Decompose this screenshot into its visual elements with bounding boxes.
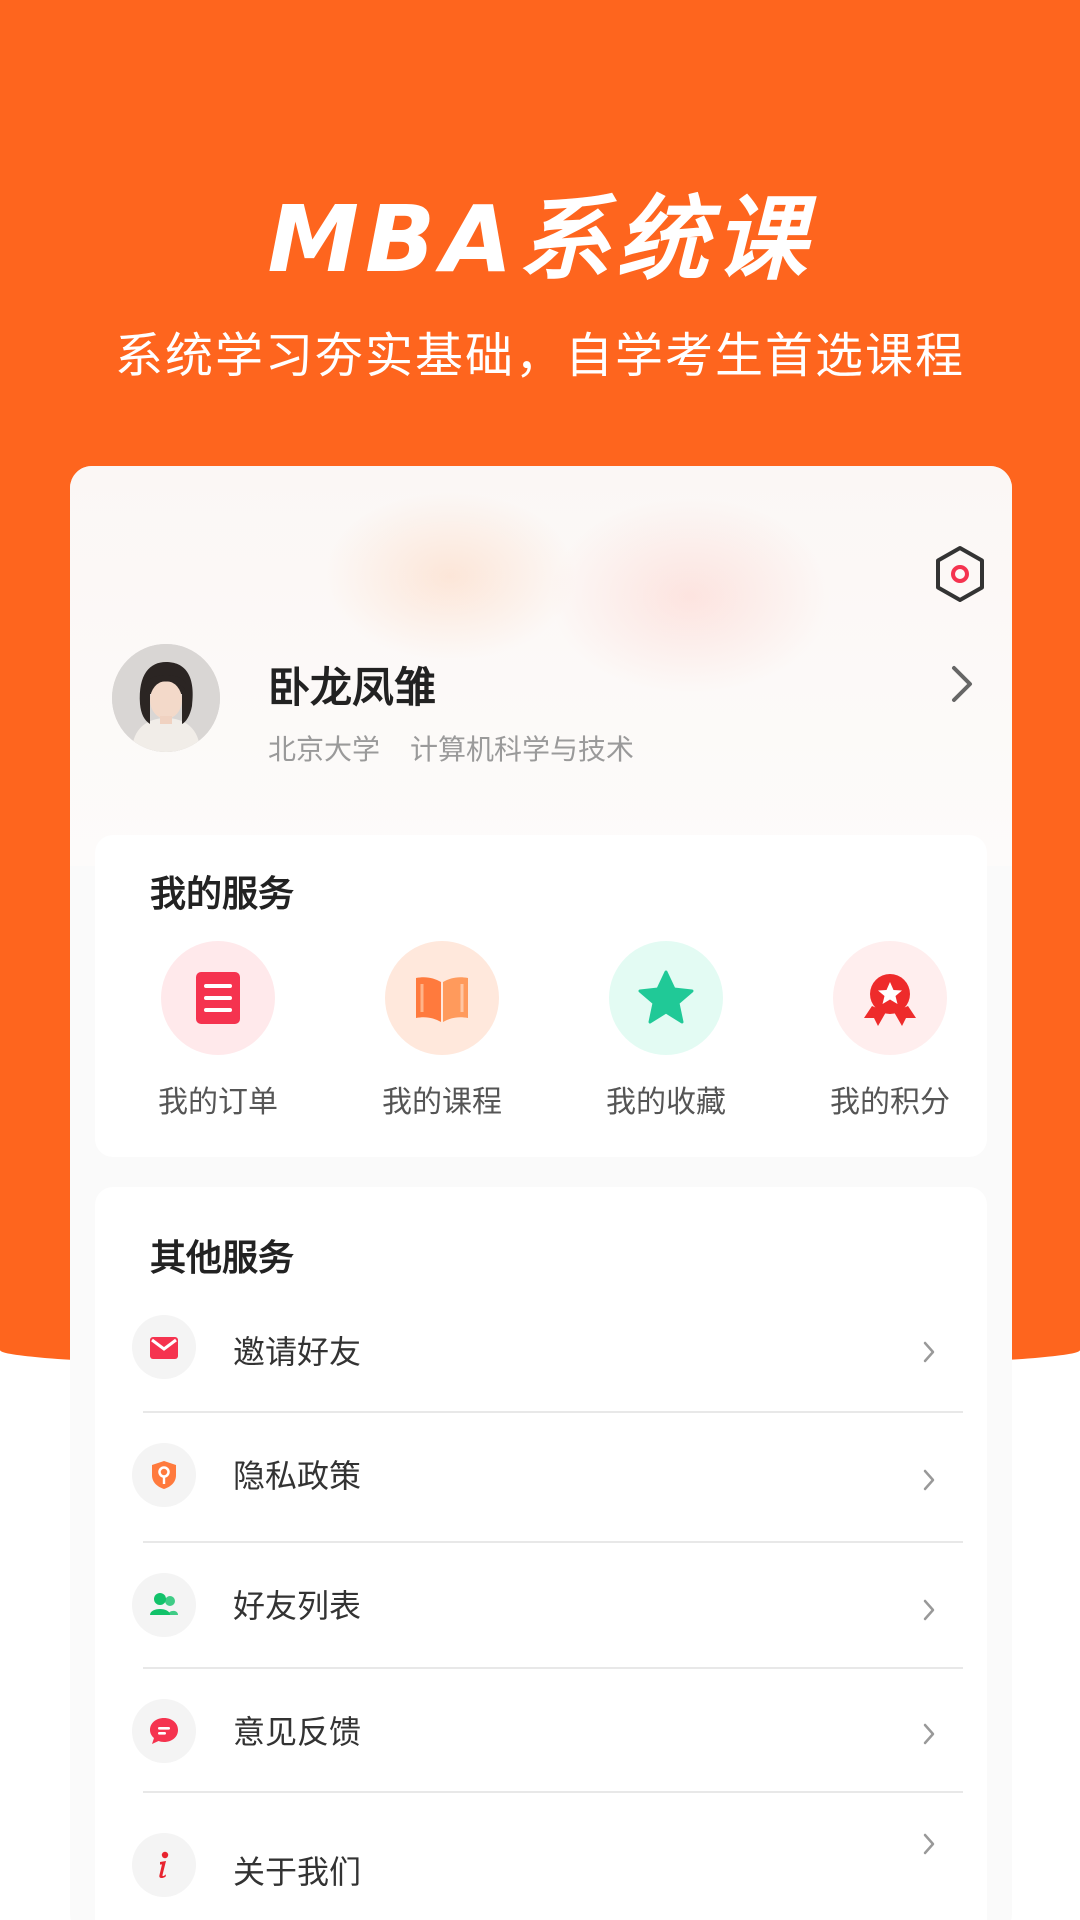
open-book-icon: [385, 941, 499, 1055]
my-services-title: 我的服务: [150, 874, 295, 915]
user-name[interactable]: 卧龙凤雏: [268, 654, 436, 715]
service-label: 我的收藏: [606, 1085, 726, 1120]
service-my-orders[interactable]: 我的订单: [138, 941, 298, 1141]
menu-item-label: 好友列表: [233, 1587, 362, 1625]
other-services-panel: 其他服务 邀请好友 隐私政策 好友列表 意见反馈 关于我们: [95, 1187, 987, 1920]
divider: [143, 1541, 963, 1543]
card-header-background: [70, 466, 1012, 866]
menu-item-privacy-policy[interactable]: 隐私政策: [95, 1443, 987, 1571]
menu-item-label: 意见反馈: [233, 1713, 362, 1751]
menu-item-feedback[interactable]: 意见反馈: [95, 1699, 987, 1827]
chevron-right-icon[interactable]: [946, 662, 976, 706]
profile-card: 卧龙凤雏 北京大学 计算机科学与技术 我的服务 我的订单 我的课程 我的收藏 我…: [70, 466, 1012, 1920]
hero-title: MBA系统课: [267, 186, 813, 293]
divider: [143, 1411, 963, 1413]
info-icon: [132, 1833, 196, 1897]
chevron-right-icon: [923, 1723, 935, 1745]
menu-item-label: 隐私政策: [233, 1457, 362, 1495]
settings-hexagon-icon[interactable]: [934, 545, 986, 603]
envelope-icon: [132, 1315, 196, 1379]
chevron-right-icon: [923, 1833, 935, 1855]
divider: [143, 1667, 963, 1669]
menu-item-label: 邀请好友: [233, 1333, 362, 1371]
my-services-panel: 我的服务 我的订单 我的课程 我的收藏 我的积分: [95, 835, 987, 1157]
hero-subtitle: 系统学习夯实基础，自学考生首选课程: [114, 328, 965, 384]
chevron-right-icon: [923, 1469, 935, 1491]
friends-icon: [132, 1573, 196, 1637]
star-icon: [609, 941, 723, 1055]
other-services-title: 其他服务: [150, 1238, 295, 1279]
chevron-right-icon: [923, 1341, 935, 1363]
award-medal-icon: [833, 941, 947, 1055]
user-major: 计算机科学与技术: [410, 733, 635, 766]
service-my-courses[interactable]: 我的课程: [362, 941, 522, 1141]
avatar[interactable]: [112, 644, 220, 752]
service-my-points[interactable]: 我的积分: [810, 941, 970, 1141]
menu-item-invite-friends[interactable]: 邀请好友: [95, 1315, 987, 1443]
feedback-chat-icon: [132, 1699, 196, 1763]
service-label: 我的订单: [158, 1085, 278, 1120]
menu-item-label: 关于我们: [233, 1853, 362, 1891]
order-list-icon: [161, 941, 275, 1055]
menu-item-about-us[interactable]: 关于我们: [95, 1833, 987, 1920]
menu-item-friend-list[interactable]: 好友列表: [95, 1573, 987, 1701]
user-school: 北京大学: [268, 733, 381, 766]
service-my-favorites[interactable]: 我的收藏: [586, 941, 746, 1141]
service-label: 我的课程: [382, 1085, 502, 1120]
shield-key-icon: [132, 1443, 196, 1507]
service-label: 我的积分: [830, 1085, 950, 1120]
chevron-right-icon: [923, 1599, 935, 1621]
divider: [143, 1791, 963, 1793]
